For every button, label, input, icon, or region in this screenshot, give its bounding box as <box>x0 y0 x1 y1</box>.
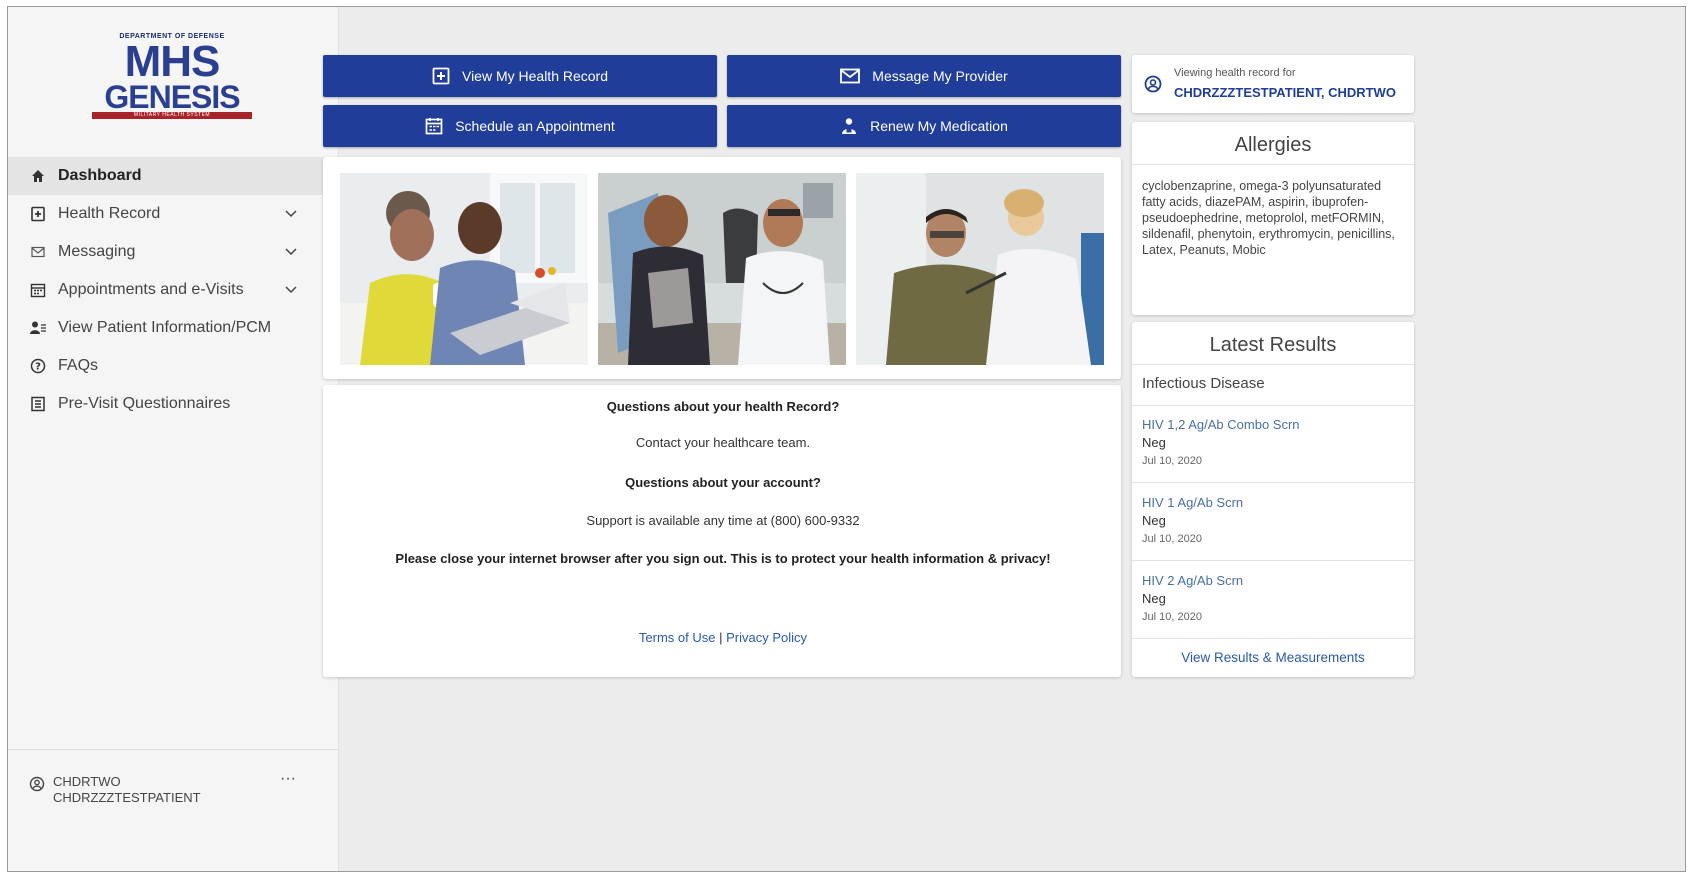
sidebar-item-label: View Patient Information/PCM <box>58 319 272 336</box>
divider <box>1132 405 1414 406</box>
sidebar-item-label: Dashboard <box>58 167 142 184</box>
more-options-icon[interactable]: ··· <box>280 770 296 788</box>
medication-icon <box>842 118 857 134</box>
latest-results-title: Latest Results <box>1209 334 1337 356</box>
allergies-list: cyclobenzaprine, omega-3 polyunsaturated… <box>1142 179 1395 257</box>
view-results-link[interactable]: View Results & Measurements <box>1132 650 1414 665</box>
health-record-question: Questions about your health Record? <box>606 399 840 414</box>
doctor-consult-photo <box>598 173 846 365</box>
divider <box>1132 560 1414 561</box>
logo-genesis-text: GENESIS <box>104 79 240 115</box>
account-question: Questions about your account? <box>625 475 821 490</box>
app-window: DEPARTMENT OF DEFENSE MHS GENESIS MILITA… <box>7 6 1686 872</box>
sidebar-item-label: FAQs <box>58 357 99 374</box>
logo-mhs-text: MHS <box>124 37 221 86</box>
view-health-record-label: View My Health Record <box>461 68 609 84</box>
patient-info-icon <box>29 319 47 337</box>
sidebar-item-appointments[interactable]: Appointments and e-Visits <box>8 271 338 309</box>
svg-text:?: ? <box>35 362 41 373</box>
chevron-down-icon[interactable] <box>284 283 298 297</box>
questionnaire-icon <box>29 395 47 413</box>
sidebar-item-label: Messaging <box>58 243 136 260</box>
schedule-appointment-label: Schedule an Appointment <box>455 118 615 134</box>
photo-banner <box>323 157 1121 379</box>
footer-links: Terms of Use | Privacy Policy <box>323 630 1123 645</box>
result-value: Neg <box>1142 435 1166 450</box>
privacy-policy-link[interactable]: Privacy Policy <box>726 630 807 645</box>
divider <box>1132 482 1414 483</box>
result-name[interactable]: HIV 2 Ag/Ab Scrn <box>1142 573 1243 588</box>
info-card: Questions about your health Record? Cont… <box>323 385 1121 677</box>
divider <box>1132 364 1414 365</box>
health-record-icon <box>29 205 47 223</box>
mhs-genesis-logo[interactable]: DEPARTMENT OF DEFENSE MHS GENESIS MILITA… <box>88 33 256 129</box>
viewing-label: Viewing health record for <box>1174 67 1296 79</box>
sign-out-notice: Please close your internet browser after… <box>395 551 1051 566</box>
question-icon: ? <box>29 357 47 375</box>
viewing-record-card: Viewing health record for CHDRZZZTESTPAT… <box>1132 55 1414 113</box>
sidebar-item-label: Pre-Visit Questionnaires <box>58 395 231 412</box>
allergies-card: Allergies cyclobenzaprine, omega-3 polyu… <box>1132 122 1414 315</box>
result-name[interactable]: HIV 1 Ag/Ab Scrn <box>1142 495 1243 510</box>
result-value: Neg <box>1142 513 1166 528</box>
sidebar-item-faqs[interactable]: ? FAQs <box>8 347 338 385</box>
sidebar-nav: Dashboard Health Record Messaging Appoin… <box>8 157 338 423</box>
health-record-icon <box>432 67 450 85</box>
user-first-name: CHDRTWO <box>53 774 121 789</box>
calendar-icon <box>29 281 47 299</box>
divider <box>1132 638 1414 639</box>
envelope-icon <box>29 243 47 261</box>
soldier-exam-photo <box>856 173 1104 365</box>
divider <box>1132 164 1414 165</box>
renew-medication-button[interactable]: Renew My Medication <box>727 105 1121 147</box>
chevron-down-icon[interactable] <box>284 207 298 221</box>
user-menu[interactable]: CHDRTWO CHDRZZZTESTPATIENT ··· <box>8 749 338 871</box>
terms-of-use-link[interactable]: Terms of Use <box>639 630 716 645</box>
couple-at-laptop-photo <box>340 173 588 365</box>
result-date: Jul 10, 2020 <box>1142 455 1202 467</box>
result-date: Jul 10, 2020 <box>1142 611 1202 623</box>
user-icon <box>1144 75 1162 93</box>
footer-separator: | <box>719 630 723 645</box>
renew-medication-label: Renew My Medication <box>870 118 1008 134</box>
view-health-record-button[interactable]: View My Health Record <box>323 55 717 97</box>
sidebar-item-label: Health Record <box>58 205 161 222</box>
sidebar-item-messaging[interactable]: Messaging <box>8 233 338 271</box>
allergies-title: Allergies <box>1234 134 1312 156</box>
sidebar-item-questionnaires[interactable]: Pre-Visit Questionnaires <box>8 385 338 423</box>
sidebar-item-patient-info[interactable]: View Patient Information/PCM <box>8 309 338 347</box>
message-provider-button[interactable]: Message My Provider <box>727 55 1121 97</box>
message-provider-label: Message My Provider <box>872 68 1008 84</box>
result-date: Jul 10, 2020 <box>1142 533 1202 545</box>
sidebar: DEPARTMENT OF DEFENSE MHS GENESIS MILITA… <box>8 7 339 871</box>
health-record-answer: Contact your healthcare team. <box>635 435 811 450</box>
patient-name: CHDRZZZTESTPATIENT, CHDRTWO <box>1174 85 1396 100</box>
account-support-text: Support is available any time at (800) 6… <box>586 513 860 528</box>
chevron-down-icon[interactable] <box>284 245 298 259</box>
envelope-icon <box>840 68 861 84</box>
home-icon <box>29 167 47 185</box>
sidebar-item-dashboard[interactable]: Dashboard <box>8 157 338 195</box>
result-name[interactable]: HIV 1,2 Ag/Ab Combo Scrn <box>1142 417 1300 432</box>
calendar-icon <box>425 118 443 135</box>
sidebar-item-label: Appointments and e-Visits <box>58 281 244 298</box>
latest-results-card: Latest Results Infectious Disease HIV 1,… <box>1132 322 1414 677</box>
results-category: Infectious Disease <box>1142 375 1265 392</box>
user-last-name: CHDRZZZTESTPATIENT <box>53 790 201 805</box>
result-value: Neg <box>1142 591 1166 606</box>
sidebar-item-health-record[interactable]: Health Record <box>8 195 338 233</box>
user-icon <box>29 776 45 792</box>
schedule-appointment-button[interactable]: Schedule an Appointment <box>323 105 717 147</box>
